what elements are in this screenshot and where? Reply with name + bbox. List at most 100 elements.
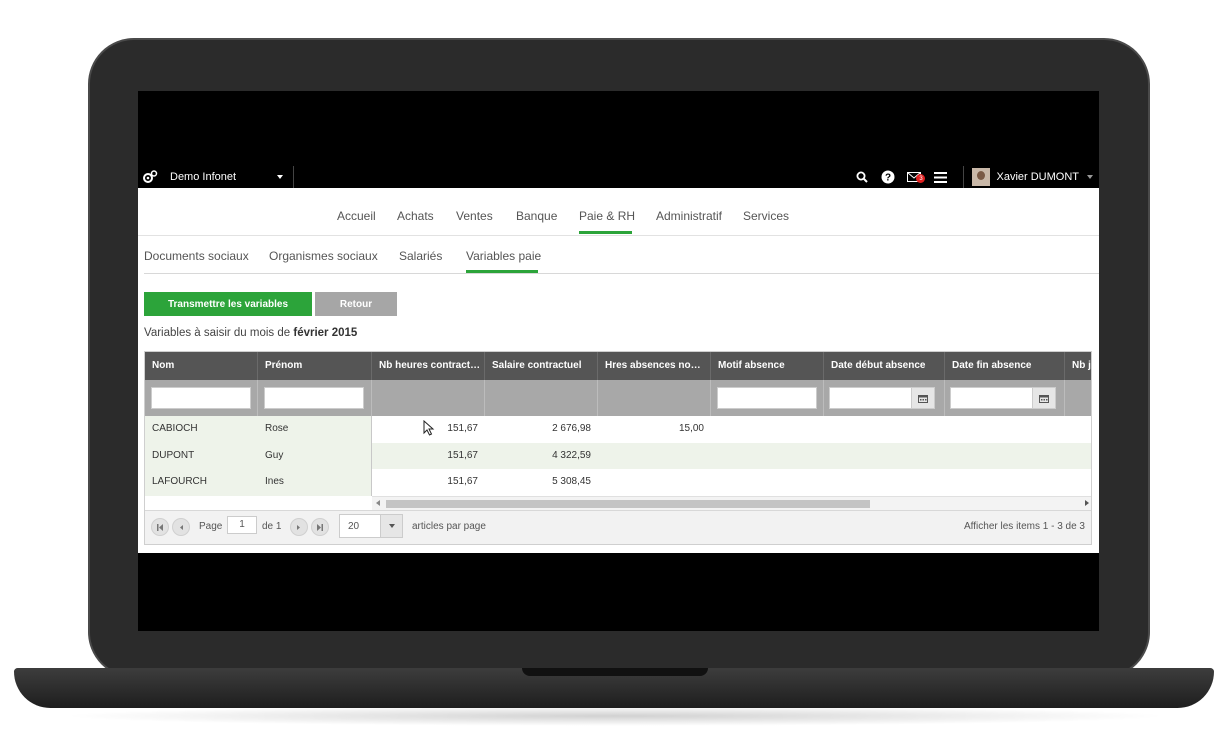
chevron-down-icon[interactable] [380, 515, 402, 537]
transmit-variables-button[interactable]: Transmettre les variables [144, 292, 312, 316]
grid-filter-row [145, 380, 1091, 416]
cell-nom: LAFOURCH [152, 476, 208, 487]
cell-salaire: 4 322,59 [552, 449, 591, 461]
topbar-actions: ? 3 Xavier DUMONT [849, 166, 1099, 188]
cell-salaire: 5 308,45 [552, 476, 591, 487]
column-header-nb-jours[interactable]: Nb j [1065, 352, 1091, 380]
nav-item-banque[interactable]: Banque [516, 209, 557, 223]
subnav-item-organismes-sociaux[interactable]: Organismes sociaux [269, 249, 378, 263]
per-page-label: articles par page [412, 521, 486, 532]
avatar [972, 168, 991, 186]
column-header-nom[interactable]: Nom [145, 352, 258, 380]
laptop-shadow [60, 706, 1170, 726]
scroll-left-arrow-icon[interactable] [376, 500, 380, 506]
nav-item-ventes[interactable]: Ventes [456, 209, 493, 223]
nav-active-indicator [579, 231, 632, 234]
filter-cell-salaire [485, 380, 598, 416]
search-icon[interactable] [851, 166, 873, 188]
calendar-icon[interactable] [911, 387, 935, 409]
cell-salaire: 2 676,98 [552, 423, 591, 434]
pager: Page 1 de 1 20 articles par page Affiche… [145, 510, 1091, 544]
subnav-item-salaries[interactable]: Salariés [399, 249, 442, 263]
subtitle-prefix: Variables à saisir du mois de [144, 327, 294, 339]
filter-input-nom[interactable] [151, 387, 251, 409]
caret-down-icon [277, 175, 283, 179]
calendar-icon[interactable] [1032, 387, 1056, 409]
page-size-value: 20 [348, 521, 360, 532]
list-icon[interactable] [929, 166, 951, 188]
column-header-salaire[interactable]: Salaire contractuel [485, 352, 598, 380]
filter-cell-nb-jours [1065, 380, 1091, 416]
filter-input-date-debut[interactable] [829, 387, 912, 409]
nav-item-administratif[interactable]: Administratif [656, 209, 722, 223]
column-header-date-debut[interactable]: Date début absence [824, 352, 945, 380]
mouse-cursor-icon [423, 420, 435, 436]
user-name: Xavier DUMONT [996, 171, 1079, 183]
filter-cell-date-debut [824, 380, 945, 416]
column-header-heures[interactable]: Nb heures contract… [372, 352, 485, 380]
cell-nom: DUPONT [152, 449, 195, 461]
nav-item-paie-rh[interactable]: Paie & RH [579, 209, 635, 223]
variables-grid: Nom Prénom Nb heures contract… Salaire c… [144, 351, 1092, 545]
filter-cell-absences [598, 380, 711, 416]
table-row[interactable]: DUPONT Guy 151,67 4 322,59 [145, 443, 1091, 470]
page-label: Page [199, 521, 223, 532]
table-row[interactable]: CABIOCH Rose 151,67 2 676,98 15,00 [145, 416, 1091, 443]
cell-prenom: Ines [265, 476, 284, 487]
main-nav: Accueil Achats Ventes Banque Paie & RH A… [138, 188, 1099, 236]
scrollbar-thumb[interactable] [386, 500, 870, 508]
cell-prenom: Guy [265, 449, 284, 461]
next-page-button[interactable] [290, 518, 308, 536]
cell-heures: 151,67 [447, 423, 478, 434]
scroll-right-arrow-icon[interactable] [1085, 500, 1089, 506]
column-header-motif[interactable]: Motif absence [711, 352, 824, 380]
filter-cell-nom [145, 380, 258, 416]
subtitle-month: février 2015 [293, 327, 358, 339]
page-size-select[interactable]: 20 [339, 514, 403, 538]
filter-cell-motif [711, 380, 824, 416]
nav-item-accueil[interactable]: Accueil [337, 209, 376, 223]
notification-badge: 3 [916, 174, 926, 183]
nav-item-achats[interactable]: Achats [397, 209, 434, 223]
filter-input-date-fin[interactable] [950, 387, 1033, 409]
grid-header: Nom Prénom Nb heures contract… Salaire c… [145, 352, 1091, 380]
last-page-button[interactable] [311, 518, 329, 536]
laptop-screen: Demo Infonet ? 3 Xavier DUMONT Accueil A… [138, 91, 1099, 631]
filter-input-motif[interactable] [717, 387, 817, 409]
svg-text:?: ? [885, 173, 891, 184]
back-button[interactable]: Retour [315, 292, 397, 316]
subnav-item-variables-paie[interactable]: Variables paie [466, 249, 541, 263]
page-subtitle: Variables à saisir du mois de février 20… [144, 327, 357, 339]
previous-page-button[interactable] [172, 518, 190, 536]
column-header-absences[interactable]: Hres absences no… [598, 352, 711, 380]
user-menu[interactable]: Xavier DUMONT [963, 166, 1099, 188]
page-count-label: de 1 [262, 521, 282, 532]
cell-prenom: Rose [265, 423, 289, 434]
column-header-date-fin[interactable]: Date fin absence [945, 352, 1065, 380]
subnav-item-documents-sociaux[interactable]: Documents sociaux [144, 249, 249, 263]
column-header-prenom[interactable]: Prénom [258, 352, 372, 380]
cell-heures: 151,67 [447, 476, 478, 487]
page-number-input[interactable]: 1 [227, 516, 257, 534]
filter-cell-date-fin [945, 380, 1065, 416]
subnav-active-indicator [466, 270, 538, 273]
help-icon[interactable]: ? [877, 166, 899, 188]
mail-icon[interactable]: 3 [903, 166, 926, 188]
filter-cell-prenom [258, 380, 372, 416]
filter-cell-heures [372, 380, 485, 416]
company-name: Demo Infonet [170, 171, 237, 183]
gears-icon [143, 170, 158, 183]
first-page-button[interactable] [151, 518, 169, 536]
app-window: Demo Infonet ? 3 Xavier DUMONT Accueil A… [138, 166, 1099, 553]
filter-input-prenom[interactable] [264, 387, 364, 409]
cell-nom: CABIOCH [152, 423, 198, 434]
nav-item-services[interactable]: Services [743, 209, 789, 223]
cell-heures: 151,67 [447, 449, 478, 461]
horizontal-scrollbar[interactable] [372, 496, 1091, 510]
sub-nav: Documents sociaux Organismes sociaux Sal… [144, 236, 1099, 274]
company-selector[interactable]: Demo Infonet [142, 166, 294, 188]
cell-absences: 15,00 [678, 423, 704, 434]
items-summary: Afficher les items 1 - 3 de 3 [964, 521, 1085, 532]
caret-down-icon [1087, 175, 1093, 179]
table-row[interactable]: LAFOURCH Ines 151,67 5 308,45 [145, 469, 1091, 496]
